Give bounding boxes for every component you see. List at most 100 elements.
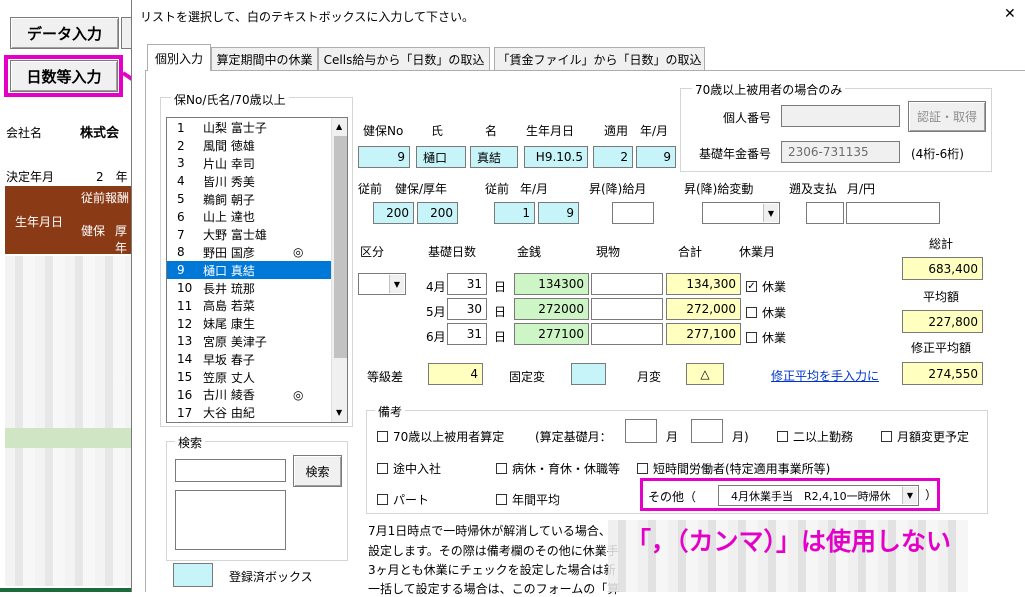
- kubun-dropdown[interactable]: ▼: [358, 273, 406, 295]
- shi-field[interactable]: 樋口: [416, 146, 466, 168]
- base-days-label: 基礎日数: [428, 245, 477, 259]
- list-item[interactable]: 11 高島 若菜: [167, 297, 331, 315]
- tab-wage-import[interactable]: 「賃金ファイル」から「日数」の取込: [494, 47, 705, 70]
- raise-change-label: 昇(降)給変動: [684, 182, 754, 196]
- personal-no-input[interactable]: [781, 105, 900, 127]
- total-field[interactable]: 272,000: [666, 298, 741, 320]
- list-item[interactable]: 13 宮原 美津子: [167, 333, 331, 351]
- prev-month-field[interactable]: 9: [538, 202, 579, 224]
- prev-year-field[interactable]: 1: [494, 202, 535, 224]
- tab-individual[interactable]: 個別入力: [147, 44, 211, 71]
- raise-change-dropdown[interactable]: ▼: [702, 202, 780, 224]
- grade-diff-field[interactable]: 4: [428, 363, 483, 385]
- list-item[interactable]: 3 片山 幸司: [167, 155, 331, 173]
- pension-no-input[interactable]: 2306-731135: [781, 141, 900, 163]
- goods-field[interactable]: [591, 323, 663, 345]
- apply-year-field[interactable]: 2: [593, 146, 633, 168]
- list-item[interactable]: 8 野田 国彦 ◎: [167, 244, 331, 262]
- list-item[interactable]: 5 鵜飼 朝子: [167, 190, 331, 208]
- money-field[interactable]: 134300: [514, 273, 589, 295]
- month-change-field[interactable]: △: [686, 363, 724, 385]
- days-field[interactable]: 30: [447, 298, 487, 320]
- money-field[interactable]: 272000: [514, 298, 589, 320]
- list-item-name: 山梨 富士子: [203, 121, 267, 136]
- leave-checkbox[interactable]: 休業: [746, 329, 786, 346]
- part-checkbox[interactable]: パート: [377, 491, 429, 508]
- fixed-change-field[interactable]: [571, 363, 606, 385]
- apply-month-field[interactable]: 9: [636, 146, 676, 168]
- total-field[interactable]: 134,300: [666, 273, 741, 295]
- checkbox-icon: [746, 332, 757, 343]
- retro-yen-field[interactable]: [846, 202, 940, 224]
- over70-checkbox[interactable]: 70歳以上被用者算定: [377, 428, 504, 445]
- leave-checkbox[interactable]: 休業: [746, 304, 786, 321]
- checkbox-icon: [746, 307, 757, 318]
- annual-avg-checkbox[interactable]: 年間平均: [496, 491, 560, 508]
- employee-list[interactable]: 1 山梨 富士子 2 風間 徳雄 3 片山 幸司 4 皆川 秀美 5 鵜飼 朝子 6 山上 達也 7 大野…: [166, 117, 348, 423]
- days-field[interactable]: 31: [447, 273, 487, 295]
- tab-cells-import[interactable]: Cells給与から「日数」の取込: [318, 47, 490, 70]
- list-item[interactable]: 9 樋口 真結: [167, 261, 331, 280]
- list-item[interactable]: 17 大谷 由紀: [167, 404, 331, 422]
- list-scrollbar[interactable]: ▲ ▼: [331, 118, 347, 422]
- retro-month-field[interactable]: [806, 202, 844, 224]
- list-item-no: 3: [177, 156, 185, 171]
- money-field[interactable]: 277100: [514, 323, 589, 345]
- manual-avg-link[interactable]: 修正平均を手入力に: [771, 367, 879, 384]
- list-item-name: 宮原 美津子: [203, 334, 267, 349]
- data-entry-button[interactable]: データ入力: [10, 17, 119, 49]
- list-item-name: 笠原 丈人: [203, 370, 255, 385]
- two-jobs-checkbox[interactable]: 二以上勤務: [777, 428, 853, 445]
- list-item-no: 17: [177, 405, 193, 420]
- close-icon[interactable]: ✕: [1004, 6, 1016, 22]
- total-label: 合計: [678, 245, 703, 259]
- other-dropdown[interactable]: 4月休業手当 R2,4,10一時帰休 ▼: [718, 485, 919, 506]
- base-month-2[interactable]: [691, 419, 723, 443]
- list-group-label: 保No/氏名/70歳以上: [171, 91, 289, 108]
- scroll-up-icon[interactable]: ▲: [336, 122, 342, 131]
- base-month-1[interactable]: [625, 419, 657, 443]
- midjoin-checkbox[interactable]: 途中入社: [377, 460, 441, 477]
- search-results[interactable]: [175, 490, 286, 550]
- list-item[interactable]: 4 皆川 秀美: [167, 172, 331, 190]
- goods-field[interactable]: [591, 273, 663, 295]
- auth-button[interactable]: 認証・取得: [908, 101, 986, 132]
- mod-avg-field[interactable]: 274,550: [902, 362, 983, 385]
- list-item[interactable]: 12 妹尾 康生: [167, 315, 331, 333]
- avg-label: 平均額: [923, 290, 960, 304]
- list-item-name: 片山 幸司: [203, 156, 255, 171]
- list-item[interactable]: 16 古川 綾香 ◎: [167, 386, 331, 404]
- change-plan-checkbox[interactable]: 月額変更予定: [881, 428, 969, 445]
- days-entry-button[interactable]: 日数等入力: [10, 60, 118, 92]
- mei-field[interactable]: 真結: [470, 146, 518, 168]
- total-field[interactable]: 277,100: [666, 323, 741, 345]
- avg-field[interactable]: 227,800: [902, 310, 983, 333]
- prev-kosei-field[interactable]: 200: [417, 202, 458, 224]
- list-item[interactable]: 6 山上 達也: [167, 208, 331, 226]
- list-item[interactable]: 14 早坂 春子: [167, 350, 331, 368]
- short-time-checkbox[interactable]: 短時間労働者(特定適用事業所等): [637, 460, 830, 477]
- sum-field[interactable]: 683,400: [902, 257, 983, 280]
- kubun-label: 区分: [360, 245, 385, 259]
- scroll-down-icon[interactable]: ▼: [336, 408, 342, 417]
- days-field[interactable]: 31: [447, 323, 487, 345]
- leave-checkbox[interactable]: ✓ 休業: [746, 278, 786, 295]
- goods-field[interactable]: [591, 298, 663, 320]
- prev-kenpo-field[interactable]: 200: [373, 202, 414, 224]
- list-item[interactable]: 2 風間 徳雄: [167, 137, 331, 155]
- check-icon: ✓: [746, 281, 757, 292]
- search-input[interactable]: [175, 459, 286, 482]
- scroll-thumb[interactable]: [334, 136, 347, 358]
- search-button[interactable]: 検索: [293, 455, 342, 487]
- checkbox-icon: [377, 494, 388, 505]
- list-item[interactable]: 7 大野 富士雄: [167, 226, 331, 244]
- raise-month-field[interactable]: [612, 202, 654, 224]
- kenpo-no-field[interactable]: 9: [358, 146, 410, 168]
- list-item[interactable]: 10 長井 琉那: [167, 279, 331, 297]
- birth-field[interactable]: H9.10.5: [524, 146, 588, 168]
- sick-leave-checkbox[interactable]: 病休・育休・休職等: [496, 460, 620, 477]
- tab-leave[interactable]: 算定期間中の休業: [211, 47, 318, 70]
- list-item[interactable]: 15 笠原 丈人: [167, 368, 331, 386]
- apply-label: 適用: [604, 124, 629, 138]
- list-item[interactable]: 1 山梨 富士子: [167, 119, 331, 137]
